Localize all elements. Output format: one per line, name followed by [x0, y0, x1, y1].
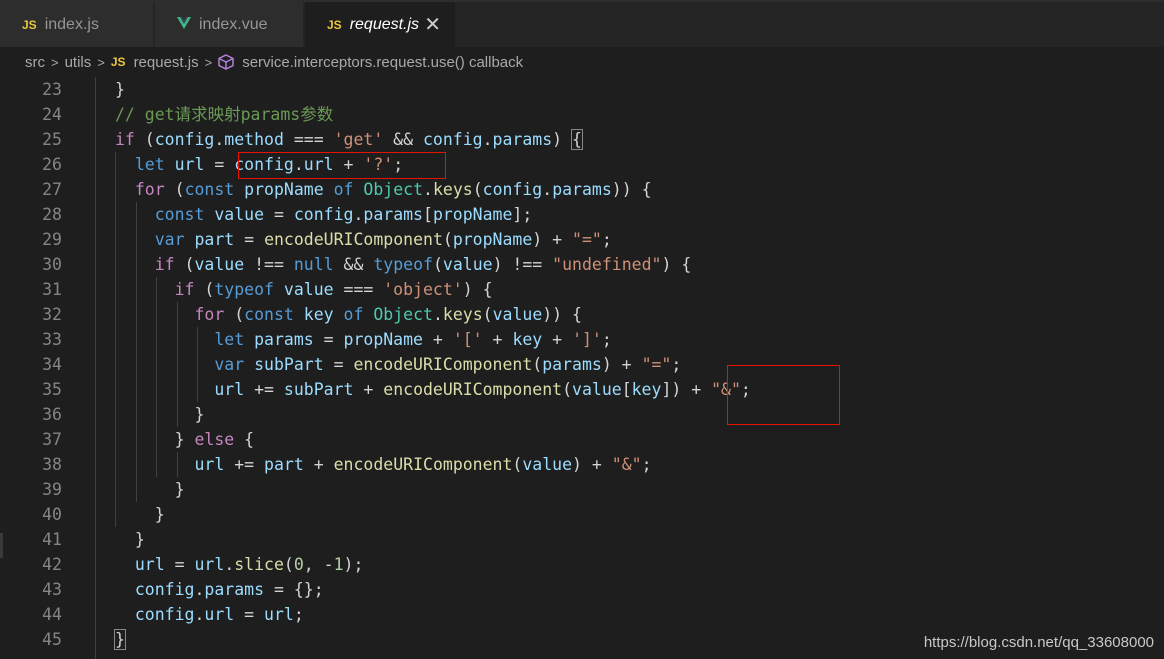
highlight-box: [238, 152, 446, 179]
breadcrumb-item-src[interactable]: src: [25, 54, 45, 71]
tab-index-js[interactable]: JS index.js: [0, 2, 153, 47]
code-line: if (config.method === 'get' && config.pa…: [115, 129, 583, 150]
tab-label: request.js: [349, 15, 420, 33]
code-line: // get请求映射params参数: [115, 105, 334, 124]
code-line: }: [115, 480, 185, 499]
highlight-box: [727, 365, 840, 425]
tab-label: index.vue: [199, 15, 268, 33]
tab-bar: JS index.js index.vue JS request.js ✕: [0, 0, 1164, 47]
code-line: url += part + encodeURIComponent(value) …: [194, 455, 652, 474]
breadcrumb: src > utils > JS request.js > service.in…: [0, 47, 1164, 77]
chevron-right-icon: >: [97, 54, 105, 70]
code-line: url += subPart + encodeURIComponent(valu…: [214, 380, 751, 399]
code-line: }: [115, 80, 125, 99]
breadcrumb-item-symbol[interactable]: service.interceptors.request.use() callb…: [242, 54, 523, 71]
code-line: }: [115, 405, 205, 424]
code-line: for (const key of Object.keys(value)) {: [194, 305, 582, 324]
breadcrumb-item-file[interactable]: request.js: [134, 54, 199, 71]
code-line: config.params = {};: [134, 580, 324, 599]
code-line: let url = config.url + '?';: [134, 155, 404, 174]
code-line: if (value !== null && typeof(value) !== …: [154, 255, 692, 274]
js-icon: JS: [22, 17, 37, 32]
tab-request-js[interactable]: JS request.js ✕: [305, 2, 455, 47]
code-line: let params = propName + '[' + key + ']';: [214, 330, 612, 349]
breadcrumb-item-utils[interactable]: utils: [65, 54, 92, 71]
vue-icon: [177, 16, 191, 34]
code-line: var part = encodeURIComponent(propName) …: [154, 230, 612, 249]
js-icon: JS: [327, 17, 342, 32]
chevron-right-icon: >: [204, 54, 213, 70]
tab-label: index.js: [44, 15, 99, 33]
code-line: }: [115, 530, 145, 549]
tab-index-vue[interactable]: index.vue: [155, 2, 303, 47]
code-line: config.url = url;: [134, 605, 304, 624]
close-icon[interactable]: ✕: [424, 12, 441, 37]
code-line: const value = config.params[propName];: [154, 205, 533, 224]
code-line: url = url.slice(0, -1);: [134, 555, 364, 574]
watermark: https://blog.csdn.net/qq_33608000: [923, 634, 1154, 651]
code-line: var subPart = encodeURIComponent(params)…: [214, 355, 682, 374]
code-line: } else {: [115, 430, 255, 449]
method-cube-icon: [218, 54, 234, 70]
code-line: }: [115, 505, 165, 524]
code-line: for (const propName of Object.keys(confi…: [134, 180, 652, 199]
code-line: if (typeof value === 'object') {: [174, 280, 493, 299]
chevron-right-icon: >: [51, 54, 59, 70]
js-icon: JS: [110, 55, 126, 69]
code-editor[interactable]: 23 24 25 26 27 28 29 30 31 32 33 34 35 3…: [0, 77, 1164, 659]
